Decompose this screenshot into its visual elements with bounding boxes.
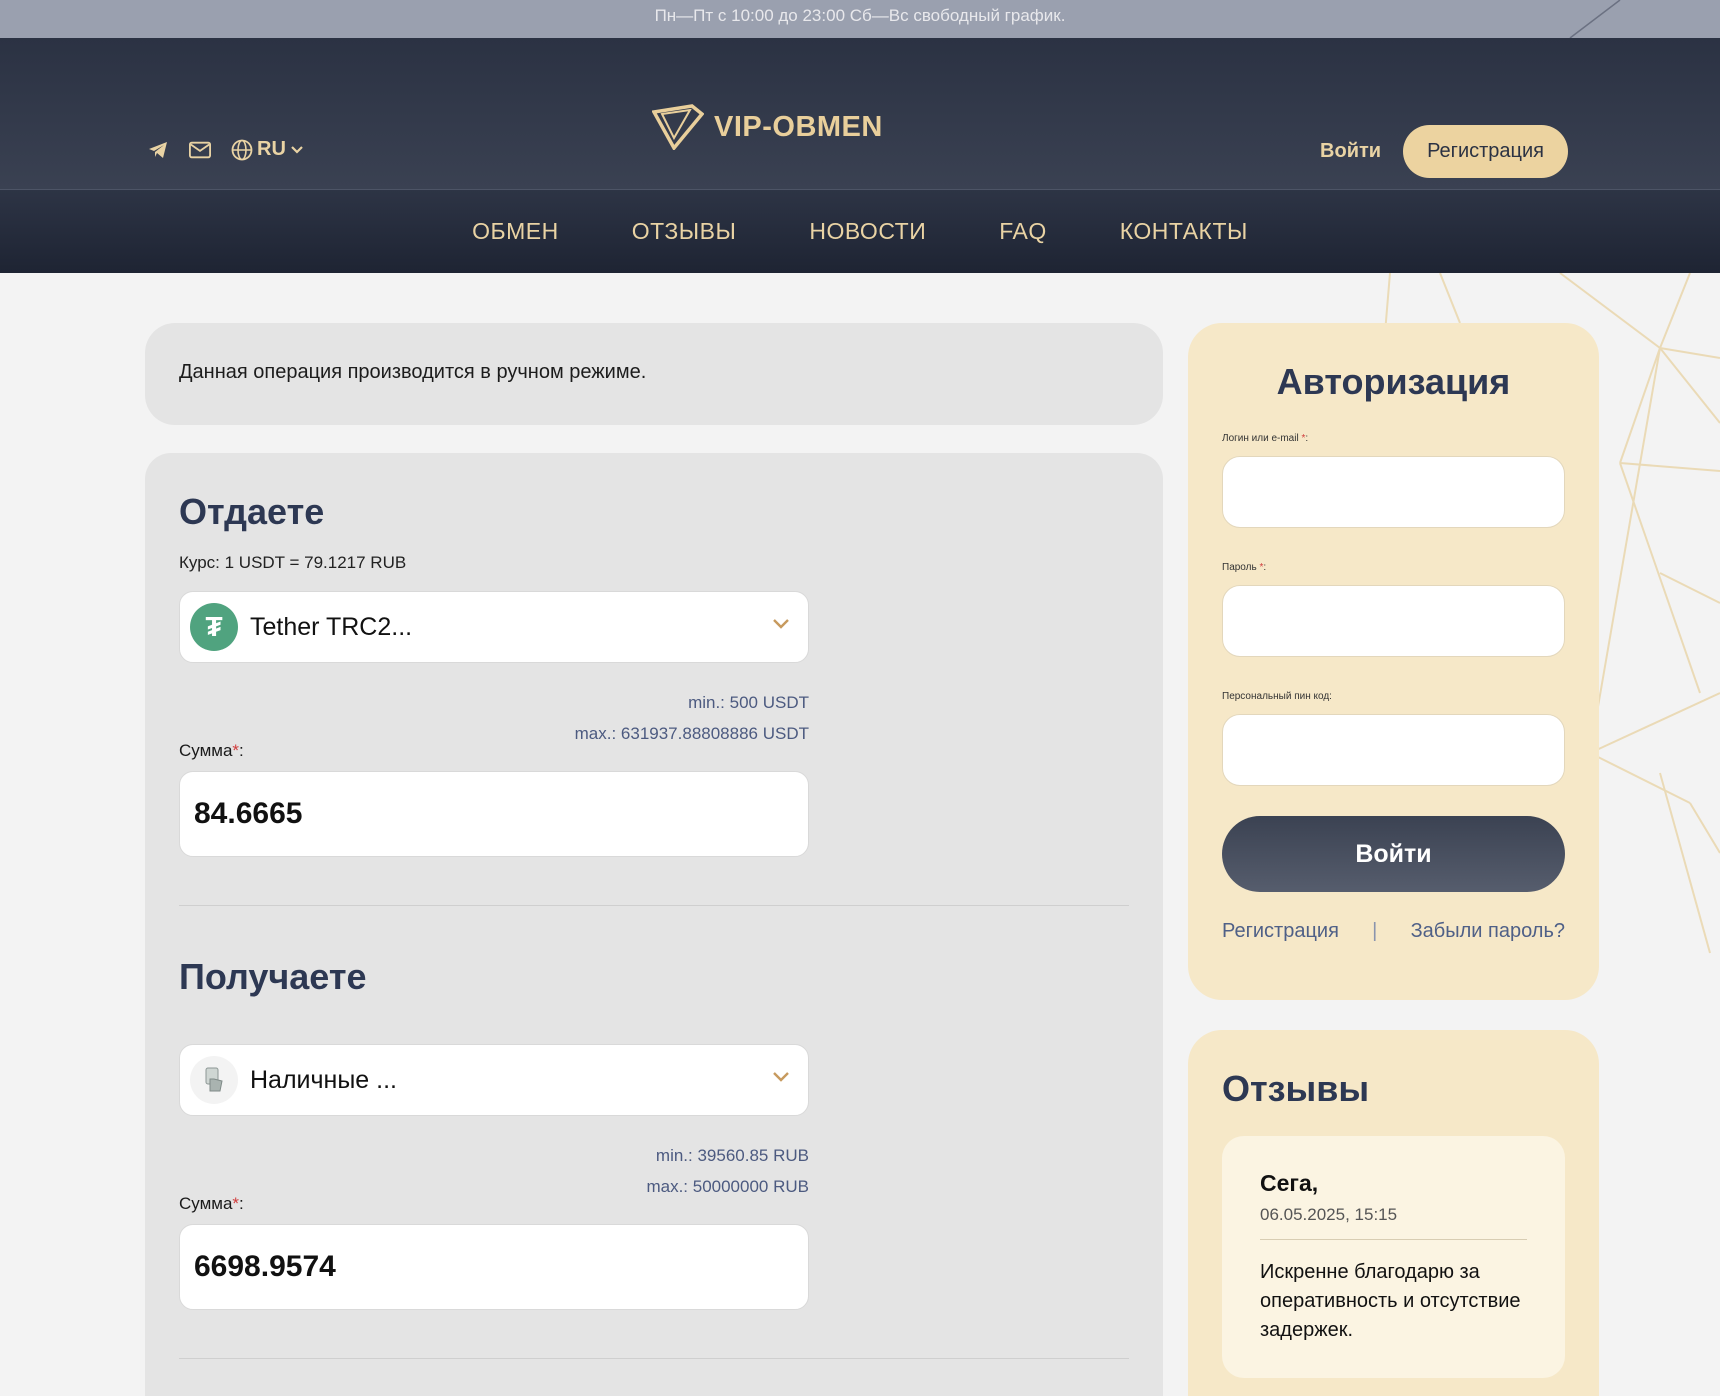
forgot-password-link[interactable]: Забыли пароль? <box>1411 920 1565 943</box>
give-currency-label: Tether TRC2... <box>250 612 413 641</box>
tether-icon: ₮ <box>190 603 238 651</box>
give-title: Отдаете <box>179 491 325 532</box>
header-register-button[interactable]: Регистрация <box>1403 125 1568 178</box>
section-divider <box>179 1358 1129 1359</box>
login-input[interactable] <box>1222 456 1565 528</box>
auth-title: Авторизация <box>1276 361 1511 402</box>
exchange-area: Данная операция производится в ручном ре… <box>145 323 1163 1396</box>
give-min: min.: 500 USDT <box>688 693 809 712</box>
pin-input[interactable] <box>1222 714 1565 786</box>
logo-text: VIP-OBMEN <box>714 110 883 143</box>
login-submit-button[interactable]: Войти <box>1222 816 1565 892</box>
manual-mode-notice: Данная операция производится в ручном ре… <box>145 323 1163 425</box>
chevron-down-icon <box>291 145 303 154</box>
receive-currency-select[interactable]: Наличные ... <box>179 1044 809 1116</box>
nav-item-contacts[interactable]: КОНТАКТЫ <box>1120 218 1248 245</box>
login-field-label: Логин или e-mail *: <box>1222 433 1309 444</box>
chevron-down-icon <box>773 619 789 629</box>
site-logo[interactable]: VIP-OBMEN <box>652 104 883 150</box>
main-nav: ОБМЕН ОТЗЫВЫ НОВОСТИ FAQ КОНТАКТЫ <box>0 190 1720 273</box>
password-input[interactable] <box>1222 585 1565 657</box>
reviews-panel: Отзывы Сега, 06.05.2025, 15:15 Искренне … <box>1188 1030 1599 1396</box>
receive-currency-label: Наличные ... <box>250 1065 397 1094</box>
receive-limits: min.: 39560.85 RUB max.: 50000000 RUB <box>179 1140 809 1202</box>
chevron-down-icon <box>773 1072 789 1082</box>
exchange-form: Отдаете Курс: 1 USDT = 79.1217 RUB ₮ Tet… <box>145 453 1163 1396</box>
language-selector[interactable]: RU <box>231 138 304 161</box>
nav-item-reviews[interactable]: ОТЗЫВЫ <box>632 218 737 245</box>
required-asterisk: * <box>1259 562 1264 573</box>
review-card[interactable]: Сега, 06.05.2025, 15:15 Искренне благода… <box>1222 1136 1565 1378</box>
give-currency-select[interactable]: ₮ Tether TRC2... <box>179 591 809 663</box>
give-amount-input[interactable]: 84.6665 <box>179 771 809 857</box>
globe-icon <box>231 139 253 160</box>
receive-amount-input[interactable]: 6698.9574 <box>179 1224 809 1310</box>
receive-amount-label-text: Сумма <box>179 1194 233 1213</box>
give-amount-label-colon: : <box>239 741 244 760</box>
decorative-lines <box>1569 0 1621 38</box>
review-text: Искренне благодарю за оперативность и от… <box>1260 1261 1521 1341</box>
diamond-logo-icon <box>652 104 704 150</box>
telegram-icon[interactable] <box>147 139 169 161</box>
give-amount-label-text: Сумма <box>179 741 233 760</box>
pin-field-label: Персональный пин код: <box>1222 691 1332 702</box>
auth-links: Регистрация | Забыли пароль? <box>1222 920 1565 943</box>
review-author: Сега, <box>1260 1170 1319 1196</box>
header-login-link[interactable]: Войти <box>1320 140 1381 163</box>
sidebar: Авторизация Логин или e-mail *: Пароль *… <box>1188 323 1599 1396</box>
mail-icon[interactable] <box>189 139 211 161</box>
section-divider <box>179 905 1129 906</box>
nav-item-faq[interactable]: FAQ <box>999 218 1047 245</box>
header-auth: Войти Регистрация <box>1320 125 1568 178</box>
exchange-rate: Курс: 1 USDT = 79.1217 RUB <box>179 553 407 572</box>
link-separator: | <box>1372 920 1378 942</box>
give-limits: min.: 500 USDT max.: 631937.88808886 USD… <box>179 687 809 749</box>
nav-item-exchange[interactable]: ОБМЕН <box>472 218 559 245</box>
nav-item-news[interactable]: НОВОСТИ <box>809 218 926 245</box>
login-field-label-text: Логин или e-mail <box>1222 433 1299 444</box>
site-header: RU VIP-OBMEN Войти Регистрация <box>0 38 1720 190</box>
reviews-title: Отзывы <box>1222 1068 1370 1109</box>
auth-panel: Авторизация Логин или e-mail *: Пароль *… <box>1188 323 1599 1000</box>
receive-min: min.: 39560.85 RUB <box>655 1146 809 1165</box>
review-date: 06.05.2025, 15:15 <box>1260 1205 1527 1240</box>
password-field-label-text: Пароль <box>1222 562 1257 573</box>
header-contacts: RU <box>147 138 304 161</box>
schedule-text: Пн—Пт с 10:00 до 23:00 Сб—Вс свободный г… <box>654 6 1066 25</box>
schedule-bar: Пн—Пт с 10:00 до 23:00 Сб—Вс свободный г… <box>0 0 1720 38</box>
cash-icon <box>190 1056 238 1104</box>
password-field-label: Пароль *: <box>1222 562 1267 573</box>
notice-text: Данная операция производится в ручном ре… <box>179 361 647 383</box>
receive-title: Получаете <box>179 956 367 997</box>
required-asterisk: * <box>1301 433 1306 444</box>
language-label: RU <box>257 138 286 160</box>
register-link[interactable]: Регистрация <box>1222 920 1339 943</box>
receive-amount-label-colon: : <box>239 1194 244 1213</box>
